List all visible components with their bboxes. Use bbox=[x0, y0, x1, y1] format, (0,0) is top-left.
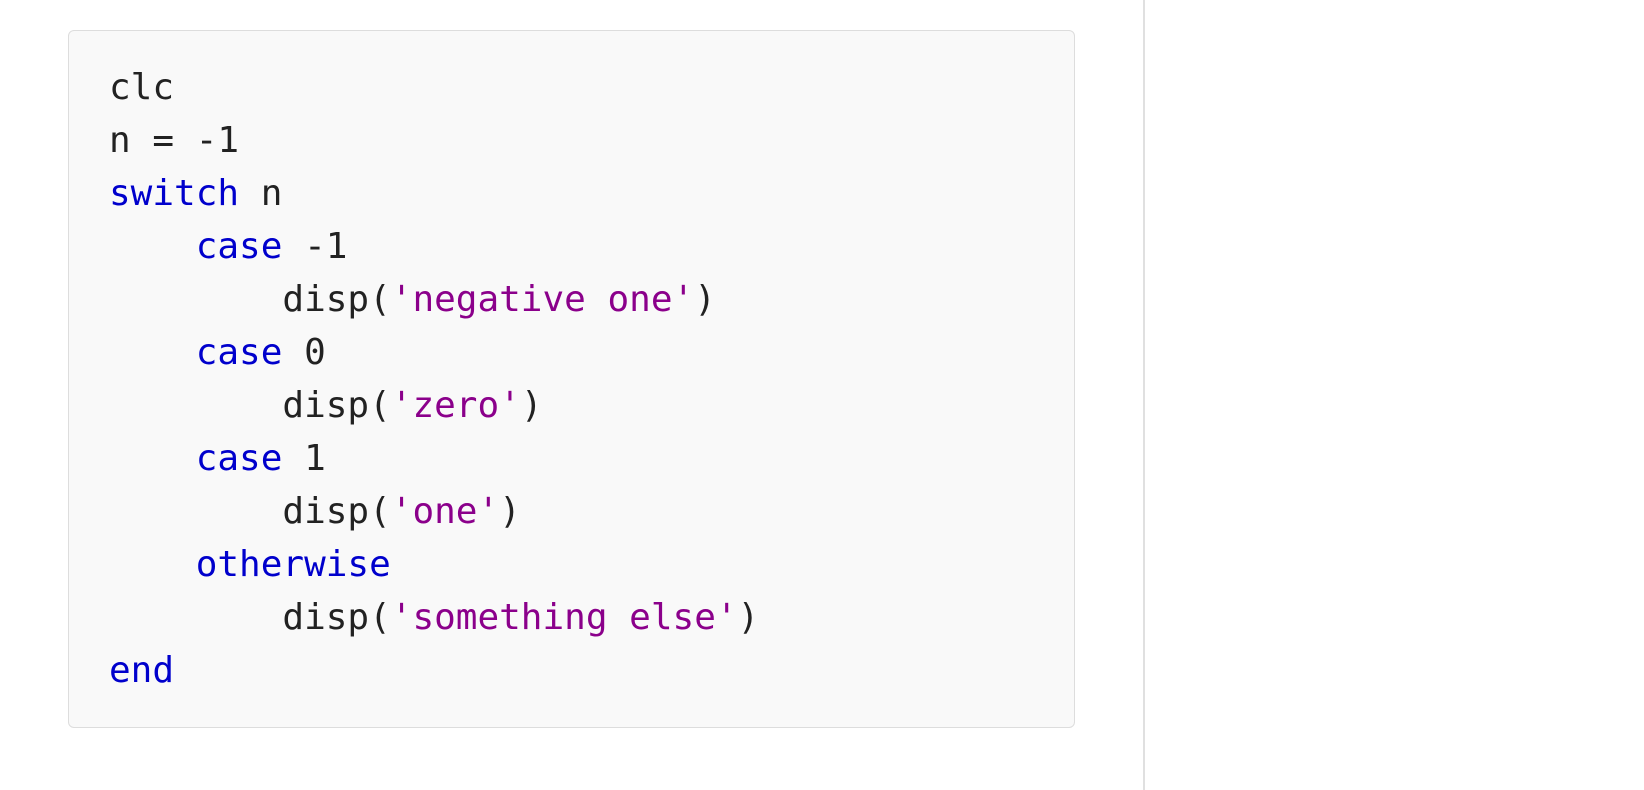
code-line-2: n = -1 bbox=[109, 114, 1034, 167]
code-text: n bbox=[239, 173, 282, 214]
code-line-12: end bbox=[109, 644, 1034, 697]
code-keyword: case bbox=[196, 332, 283, 373]
code-string: 'something else' bbox=[391, 597, 738, 638]
main-container: clc n = -1 switch n case -1 disp('negati… bbox=[0, 0, 1644, 790]
code-text: disp( bbox=[109, 279, 391, 320]
code-text: ) bbox=[694, 279, 716, 320]
code-text: 1 bbox=[217, 120, 239, 161]
code-keyword: case bbox=[196, 226, 283, 267]
code-keyword: case bbox=[196, 438, 283, 479]
code-indent bbox=[109, 438, 196, 479]
code-text: disp( bbox=[109, 597, 391, 638]
code-text: ) bbox=[521, 385, 543, 426]
code-string: 'negative one' bbox=[391, 279, 694, 320]
code-text: -1 bbox=[282, 226, 347, 267]
code-line-6: case 0 bbox=[109, 326, 1034, 379]
code-block: clc n = -1 switch n case -1 disp('negati… bbox=[68, 30, 1075, 728]
code-line-11: disp('something else') bbox=[109, 591, 1034, 644]
code-indent bbox=[109, 544, 196, 585]
code-line-1: clc bbox=[109, 61, 1034, 114]
code-text: ) bbox=[738, 597, 760, 638]
code-line-5: disp('negative one') bbox=[109, 273, 1034, 326]
code-string: 'one' bbox=[391, 491, 499, 532]
code-text: clc bbox=[109, 67, 174, 108]
code-text: disp( bbox=[109, 385, 391, 426]
sidebar-area bbox=[1145, 0, 1644, 790]
code-line-4: case -1 bbox=[109, 220, 1034, 273]
code-text: 0 bbox=[282, 332, 325, 373]
code-text: disp( bbox=[109, 491, 391, 532]
content-area: clc n = -1 switch n case -1 disp('negati… bbox=[0, 0, 1145, 790]
code-keyword: switch bbox=[109, 173, 239, 214]
code-line-10: otherwise bbox=[109, 538, 1034, 591]
code-indent bbox=[109, 332, 196, 373]
code-line-8: case 1 bbox=[109, 432, 1034, 485]
code-line-7: disp('zero') bbox=[109, 379, 1034, 432]
code-text: n = - bbox=[109, 120, 217, 161]
code-line-9: disp('one') bbox=[109, 485, 1034, 538]
code-string: 'zero' bbox=[391, 385, 521, 426]
code-indent bbox=[109, 226, 196, 267]
code-text: ) bbox=[499, 491, 521, 532]
code-keyword: end bbox=[109, 650, 174, 691]
code-keyword: otherwise bbox=[196, 544, 391, 585]
code-line-3: switch n bbox=[109, 167, 1034, 220]
code-text: 1 bbox=[282, 438, 325, 479]
